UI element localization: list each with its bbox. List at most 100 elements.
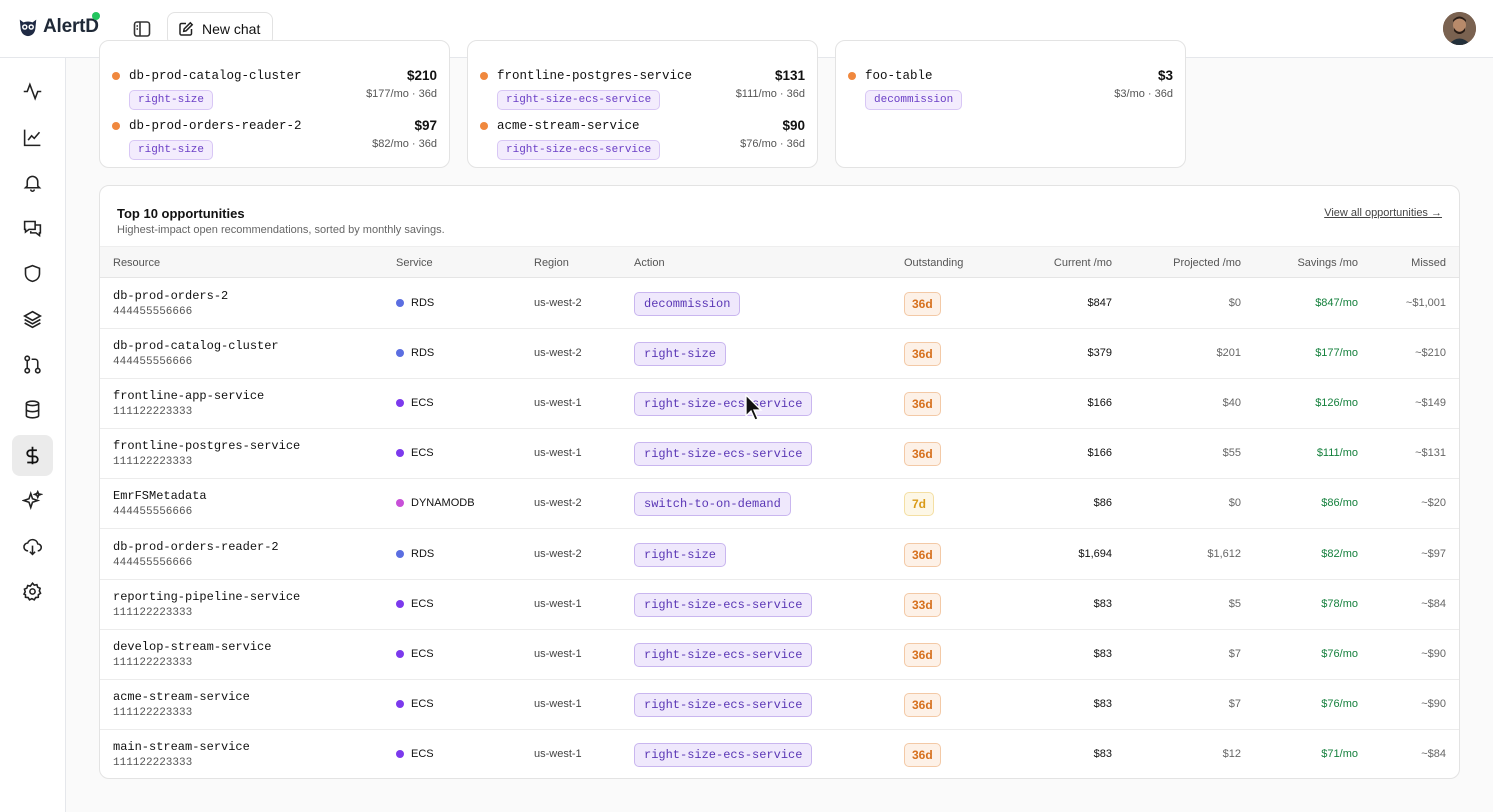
column-header-service[interactable]: Service — [396, 257, 433, 269]
service-dot — [396, 299, 404, 307]
table-row[interactable]: develop-stream-service 111122223333 ECS us-… — [100, 630, 1459, 680]
region: us-west-1 — [534, 597, 582, 610]
resource-name[interactable]: db-prod-orders-2 — [113, 289, 228, 303]
column-header-projected[interactable]: Projected /mo — [1173, 257, 1241, 269]
region: us-west-1 — [534, 447, 582, 460]
service-name: ECS — [411, 747, 434, 760]
service-dot — [396, 699, 404, 708]
table-row[interactable]: frontline-postgres-service 111122223333 EC… — [100, 429, 1459, 480]
summary-card: foo-table decommission $3 $3/mo · 36d — [835, 40, 1186, 168]
sidebar-toggle-icon[interactable] — [132, 19, 152, 39]
resource-name[interactable]: develop-stream-service — [113, 640, 271, 654]
table-row[interactable]: frontline-app-service 111122223333 ECS us-w… — [100, 379, 1459, 430]
service-cell: ECS — [396, 648, 434, 660]
owl-logo-icon — [19, 19, 37, 37]
action-badge[interactable]: right-size-ecs-service — [634, 592, 813, 617]
missed-savings: ~$84 — [1421, 597, 1446, 610]
column-header-missed[interactable]: Missed — [1411, 257, 1446, 269]
column-header-region[interactable]: Region — [534, 257, 569, 269]
sidebar-item-layers[interactable] — [12, 299, 53, 340]
summary-item[interactable]: db-prod-orders-reader-2 right-size $97 $… — [112, 114, 437, 160]
summary-item-sub: $111/mo · 36d — [735, 88, 805, 100]
summary-item-amount: $3 — [1157, 68, 1173, 83]
monthly-savings: $82/mo — [1321, 547, 1358, 560]
account-id: 111122223333 — [113, 606, 193, 619]
missed-savings: ~$90 — [1421, 647, 1446, 660]
resource-name[interactable]: frontline-app-service — [113, 389, 264, 403]
account-id: 111122223333 — [113, 456, 193, 469]
column-header-resource[interactable]: Resource — [113, 257, 160, 269]
sidebar-item-activity[interactable] — [12, 71, 53, 112]
sidebar-item-security[interactable] — [12, 253, 53, 294]
sidebar-item-settings[interactable] — [12, 571, 53, 612]
sidebar-item-pull-requests[interactable] — [12, 344, 53, 385]
resource-name[interactable]: db-prod-orders-reader-2 — [113, 540, 279, 554]
table-row[interactable]: main-stream-service 111122223333 ECS us-wes… — [100, 730, 1459, 778]
line-chart-icon — [23, 129, 41, 147]
outstanding-badge: 36d — [904, 742, 941, 767]
table-row[interactable]: reporting-pipeline-service 111122223333 EC… — [100, 580, 1459, 630]
summary-item[interactable]: frontline-postgres-service right-size-ec… — [480, 64, 805, 110]
sidebar-item-databases[interactable] — [12, 389, 53, 430]
resource-name[interactable]: reporting-pipeline-service — [113, 590, 300, 604]
summary-item[interactable]: foo-table decommission $3 $3/mo · 36d — [848, 64, 1173, 110]
action-badge[interactable]: right-size — [634, 342, 727, 367]
sidebar-item-cloud-download[interactable] — [12, 526, 53, 567]
resource-name[interactable]: frontline-postgres-service — [113, 439, 300, 453]
action-badge[interactable]: right-size-ecs-service — [634, 692, 813, 717]
action-badge[interactable]: right-size-ecs-service — [634, 392, 813, 417]
service-dot — [396, 449, 404, 458]
table-row[interactable]: db-prod-orders-2 444455556666 RDS us-west-2… — [100, 279, 1459, 329]
column-header-current[interactable]: Current /mo — [1054, 257, 1112, 269]
action-badge[interactable]: right-size — [634, 542, 727, 567]
priority-dot — [848, 72, 856, 80]
projected-cost: $55 — [1222, 447, 1241, 460]
missed-savings: ~$20 — [1421, 497, 1446, 510]
table-row[interactable]: db-prod-catalog-cluster 444455556666 RDS us… — [100, 329, 1459, 380]
outstanding-badge: 7d — [904, 492, 935, 517]
sidebar — [0, 58, 66, 812]
opportunities-panel: Top 10 opportunities Highest-impact open… — [99, 185, 1460, 779]
summary-item[interactable]: acme-stream-service right-size-ecs-servi… — [480, 114, 805, 160]
sidebar-item-charts[interactable] — [12, 117, 53, 158]
action-badge[interactable]: right-size-ecs-service — [634, 642, 813, 667]
region: us-west-1 — [534, 397, 582, 410]
sidebar-item-ai[interactable] — [12, 480, 53, 521]
sidebar-item-alerts[interactable] — [12, 162, 53, 203]
sidebar-item-chats[interactable] — [12, 208, 53, 249]
resource-name[interactable]: acme-stream-service — [113, 690, 250, 704]
column-header-action[interactable]: Action — [634, 257, 665, 269]
status-dot — [92, 12, 100, 20]
service-name: RDS — [411, 547, 435, 560]
action-badge[interactable]: right-size-ecs-service — [634, 742, 813, 767]
monthly-savings: $111/mo — [1316, 447, 1358, 460]
table-row[interactable]: db-prod-orders-reader-2 444455556666 RDS us… — [100, 530, 1459, 580]
messages-icon — [23, 220, 42, 238]
region: us-west-1 — [534, 747, 582, 760]
resource-name[interactable]: EmrFSMetadata — [113, 489, 207, 503]
table-row[interactable]: acme-stream-service 111122223333 ECS us-wes… — [100, 680, 1459, 730]
service-name: ECS — [411, 397, 434, 410]
current-cost: $379 — [1087, 347, 1112, 360]
sidebar-item-cost[interactable] — [12, 435, 53, 476]
action-badge[interactable]: decommission — [634, 292, 741, 316]
view-all-opportunities-link[interactable]: View all opportunities → — [1324, 207, 1442, 219]
column-header-outstanding[interactable]: Outstanding — [904, 257, 963, 269]
action-badge[interactable]: switch-to-on-demand — [634, 492, 791, 517]
summary-item-sub: $76/mo · 36d — [740, 138, 805, 150]
service-cell: RDS — [396, 347, 434, 359]
resource-name[interactable]: db-prod-catalog-cluster — [113, 339, 279, 353]
app-logo[interactable]: AlertD — [17, 16, 99, 38]
table-row[interactable]: EmrFSMetadata 444455556666 DYNAMODB us-west… — [100, 479, 1459, 530]
projected-cost: $5 — [1228, 597, 1241, 610]
current-cost: $1,694 — [1078, 547, 1112, 560]
avatar[interactable] — [1443, 12, 1476, 45]
resource-name[interactable]: main-stream-service — [113, 740, 250, 754]
summary-item-tag: decommission — [865, 90, 963, 110]
monthly-savings: $126/mo — [1315, 397, 1358, 410]
gear-icon — [22, 581, 42, 601]
action-badge[interactable]: right-size-ecs-service — [634, 442, 813, 467]
current-cost: $83 — [1093, 647, 1112, 660]
column-header-savings[interactable]: Savings /mo — [1297, 257, 1358, 269]
summary-item[interactable]: db-prod-catalog-cluster right-size $210 … — [112, 64, 437, 110]
